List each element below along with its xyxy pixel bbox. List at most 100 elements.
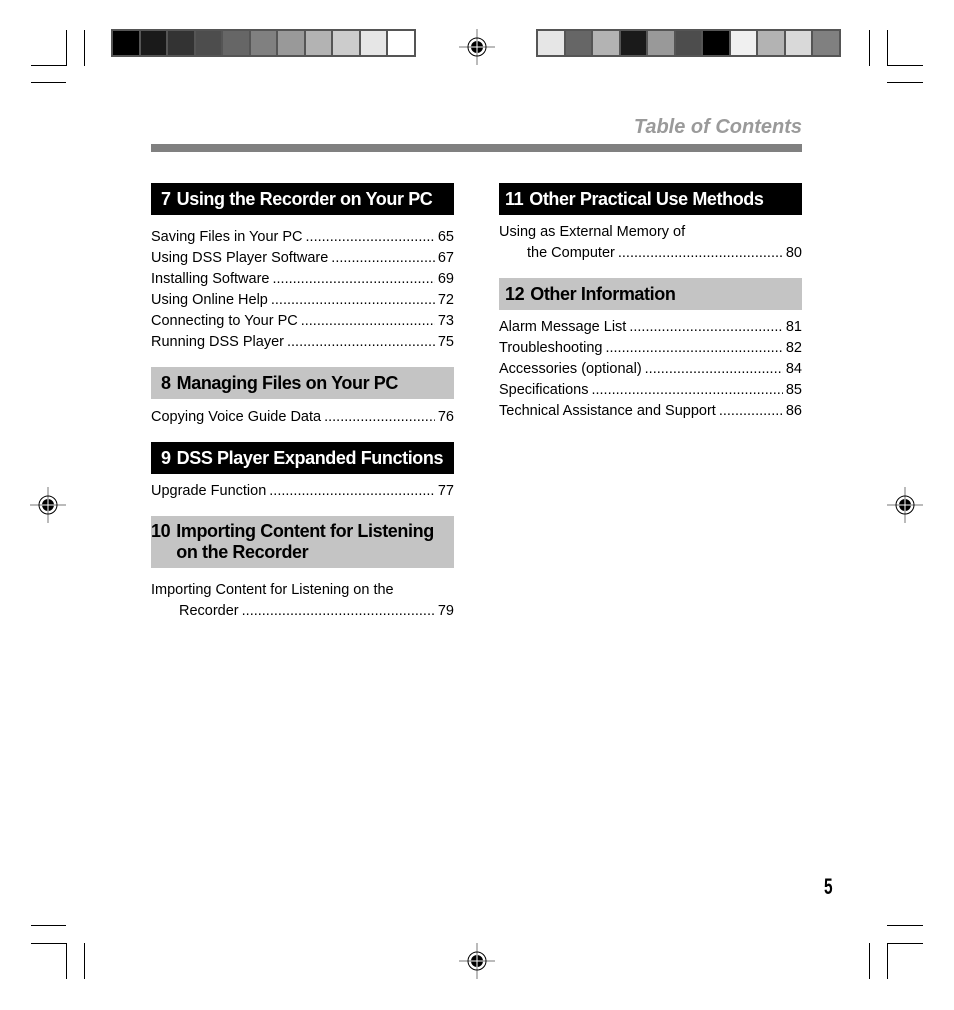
crop-mark: [887, 925, 923, 926]
color-swatch: [648, 31, 674, 55]
toc-entry[interactable]: Accessories (optional) 84: [499, 359, 802, 380]
entry-page: 86: [785, 403, 802, 419]
entry-page: 72: [437, 292, 454, 308]
entry-page: 77: [437, 483, 454, 499]
section-title: Other Practical Use Methods: [529, 188, 764, 209]
section-heading-12[interactable]: 12 Other Information: [499, 278, 802, 310]
toc-entry[interactable]: Using DSS Player Software 67: [151, 248, 454, 269]
section-heading-9[interactable]: 9 DSS Player Expanded Functions: [151, 442, 454, 474]
toc-entry[interactable]: Upgrade Function 77: [151, 481, 454, 502]
color-swatch: [360, 31, 387, 55]
registration-mark-icon: [30, 487, 66, 523]
crop-mark: [869, 943, 870, 979]
toc-entry[interactable]: Recorder 79: [151, 601, 454, 622]
dot-leader: [301, 311, 435, 332]
color-swatch: [195, 31, 222, 55]
entry-page: 79: [437, 603, 454, 619]
page-number: 5: [824, 874, 833, 899]
dot-leader: [645, 359, 783, 380]
dot-leader: [605, 338, 782, 359]
section-title: Other Information: [530, 283, 676, 304]
dot-leader: [272, 269, 434, 290]
entry-label: Saving Files in Your PC: [151, 229, 303, 245]
toc-entry[interactable]: Technical Assistance and Support 86: [499, 401, 802, 422]
entry-label: Copying Voice Guide Data: [151, 409, 322, 425]
color-swatch: [388, 31, 415, 55]
section-heading-11[interactable]: 11 Other Practical Use Methods: [499, 183, 802, 215]
dot-leader: [242, 601, 435, 622]
crop-mark: [887, 943, 888, 979]
dot-leader: [629, 317, 783, 338]
dot-leader: [591, 380, 782, 401]
section-number: 7: [161, 188, 171, 209]
section-entries-12: Alarm Message List 81 Troubleshooting 82 A…: [499, 317, 802, 422]
toc-entry[interactable]: Connecting to Your PC 73: [151, 311, 454, 332]
entry-page: 75: [437, 334, 454, 350]
entry-page: 67: [437, 250, 454, 266]
toc-entry[interactable]: the Computer 80: [499, 243, 802, 264]
section-number: 10: [151, 521, 171, 541]
entry-label: Running DSS Player: [151, 334, 284, 350]
entry-page: 84: [785, 361, 802, 377]
title-rule: [151, 144, 802, 152]
color-swatch: [223, 31, 249, 55]
color-swatch: [305, 31, 332, 55]
section-title: Using the Recorder on Your PC: [176, 188, 433, 209]
page-title: Table of Contents: [633, 116, 802, 138]
toc-entry[interactable]: Using Online Help 72: [151, 290, 454, 311]
section-title: Managing Files on Your PC: [176, 372, 399, 393]
section-entries-8: Copying Voice Guide Data 76: [151, 407, 454, 428]
toc-entry[interactable]: Troubleshooting 82: [499, 338, 802, 359]
entry-label-line[interactable]: Importing Content for Listening on the: [151, 580, 454, 601]
crop-mark: [887, 943, 923, 944]
color-calibration-bar-left: [111, 29, 416, 57]
entry-page: 80: [785, 245, 802, 261]
entry-label: Alarm Message List: [499, 319, 627, 335]
entry-page: 76: [437, 409, 454, 425]
registration-mark-icon: [887, 487, 923, 523]
entry-page: 73: [437, 313, 454, 329]
section-heading-10[interactable]: 10 Importing Content for Listening on th…: [151, 516, 454, 568]
entry-label-line[interactable]: Using as External Memory of: [499, 222, 802, 243]
crop-mark: [31, 925, 66, 926]
crop-mark: [66, 943, 67, 979]
toc-entry[interactable]: Alarm Message List 81: [499, 317, 802, 338]
entry-label: the Computer: [527, 245, 615, 261]
entry-label: Accessories (optional): [499, 361, 642, 377]
entry-label: Upgrade Function: [151, 483, 267, 499]
crop-mark: [31, 82, 66, 83]
toc-entry[interactable]: Running DSS Player 75: [151, 332, 454, 353]
toc-entry[interactable]: Saving Files in Your PC 65: [151, 227, 454, 248]
crop-mark: [84, 943, 85, 979]
section-number: 8: [161, 372, 171, 393]
toc-entry[interactable]: Specifications 85: [499, 380, 802, 401]
color-swatch: [113, 31, 139, 55]
toc-entry[interactable]: Installing Software 69: [151, 269, 454, 290]
crop-mark: [84, 30, 85, 66]
crop-mark: [887, 30, 888, 66]
color-swatch: [758, 31, 784, 55]
toc-entry[interactable]: Copying Voice Guide Data 76: [151, 407, 454, 428]
entry-label: Technical Assistance and Support: [499, 403, 716, 419]
crop-mark: [887, 65, 923, 66]
entry-page: 82: [785, 340, 802, 356]
entry-label: Using Online Help: [151, 292, 268, 308]
section-title: Importing Content for Listening on the R…: [176, 521, 434, 563]
color-swatch: [250, 31, 277, 55]
color-swatch: [333, 31, 359, 55]
section-number: 11: [505, 188, 524, 209]
entry-label: Connecting to Your PC: [151, 313, 298, 329]
color-calibration-bar-right: [536, 29, 841, 57]
section-title-line: Importing Content for Listening: [176, 521, 434, 541]
dot-leader: [618, 243, 783, 264]
section-heading-7[interactable]: 7 Using the Recorder on Your PC: [151, 183, 454, 215]
color-swatch: [813, 31, 840, 55]
registration-mark-icon: [459, 29, 495, 65]
dot-leader: [269, 481, 435, 502]
crop-mark: [66, 30, 67, 66]
crop-mark: [31, 943, 67, 944]
color-swatch: [730, 31, 757, 55]
section-heading-8[interactable]: 8 Managing Files on Your PC: [151, 367, 454, 399]
section-entries-10: Importing Content for Listening on the R…: [151, 580, 454, 622]
entry-page: 81: [785, 319, 802, 335]
